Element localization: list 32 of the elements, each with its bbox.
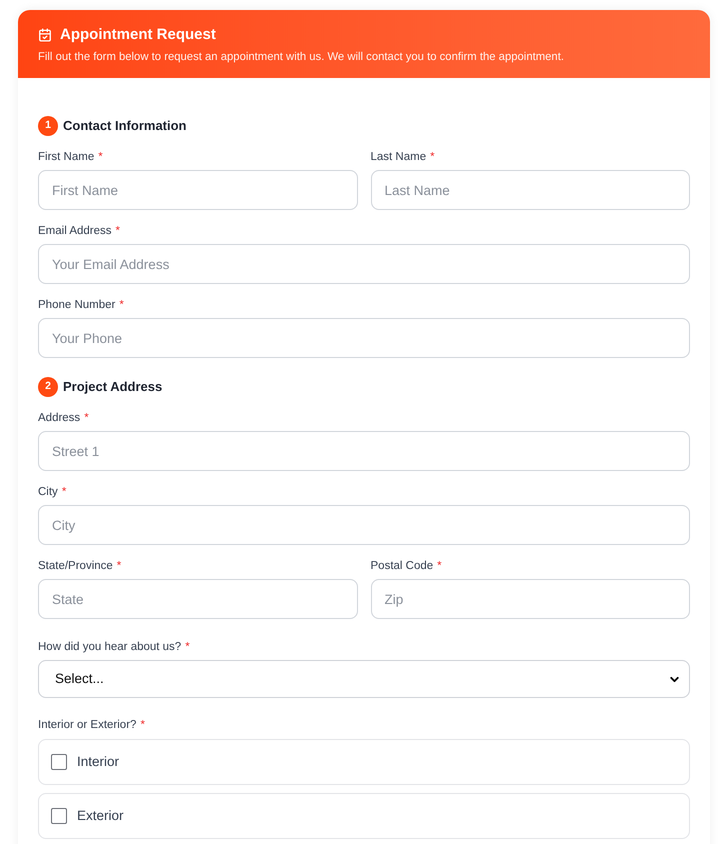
text-input[interactable]: Your Email Address — [38, 244, 690, 284]
text-input[interactable]: Last Name — [370, 170, 690, 210]
field-label: State/Province * — [38, 559, 122, 573]
text-input[interactable]: City — [38, 505, 690, 545]
text-input[interactable]: Zip — [370, 579, 690, 619]
text-input[interactable]: State — [38, 579, 358, 619]
step-number-badge: 2 — [38, 377, 58, 397]
section-heading: Project Address — [63, 378, 162, 396]
option-label: Interior — [77, 752, 120, 771]
text-input[interactable]: Street 1 — [38, 431, 690, 471]
field-label: Address * — [38, 411, 89, 425]
field-label: City * — [38, 485, 66, 499]
checkbox[interactable] — [51, 754, 67, 770]
field-label: First Name * — [38, 150, 103, 164]
calendar-icon — [38, 28, 52, 42]
field-label: Email Address * — [38, 224, 120, 238]
text-input[interactable]: First Name — [38, 170, 358, 210]
field-label: How did you hear about us? * — [38, 640, 190, 654]
field-label: Postal Code * — [370, 559, 442, 573]
form-title: Appointment Request — [60, 25, 216, 45]
checkbox-option-card[interactable]: Interior — [38, 739, 690, 785]
field-label: Phone Number * — [38, 298, 124, 312]
field-label: Last Name * — [370, 150, 435, 164]
checkbox-option-card[interactable]: Exterior — [38, 793, 690, 839]
step-number-badge: 1 — [38, 116, 58, 136]
select-dropdown[interactable]: Select... — [38, 660, 690, 698]
text-input[interactable]: Your Phone — [38, 318, 690, 358]
form-subtitle: Fill out the form below to request an appointment with us. We will contact you to confirm the appointment. — [38, 50, 565, 64]
section-heading: Contact Information — [63, 117, 186, 135]
field-label: Interior or Exterior? * — [38, 718, 145, 732]
option-label: Exterior — [77, 806, 124, 825]
checkbox[interactable] — [51, 808, 67, 824]
